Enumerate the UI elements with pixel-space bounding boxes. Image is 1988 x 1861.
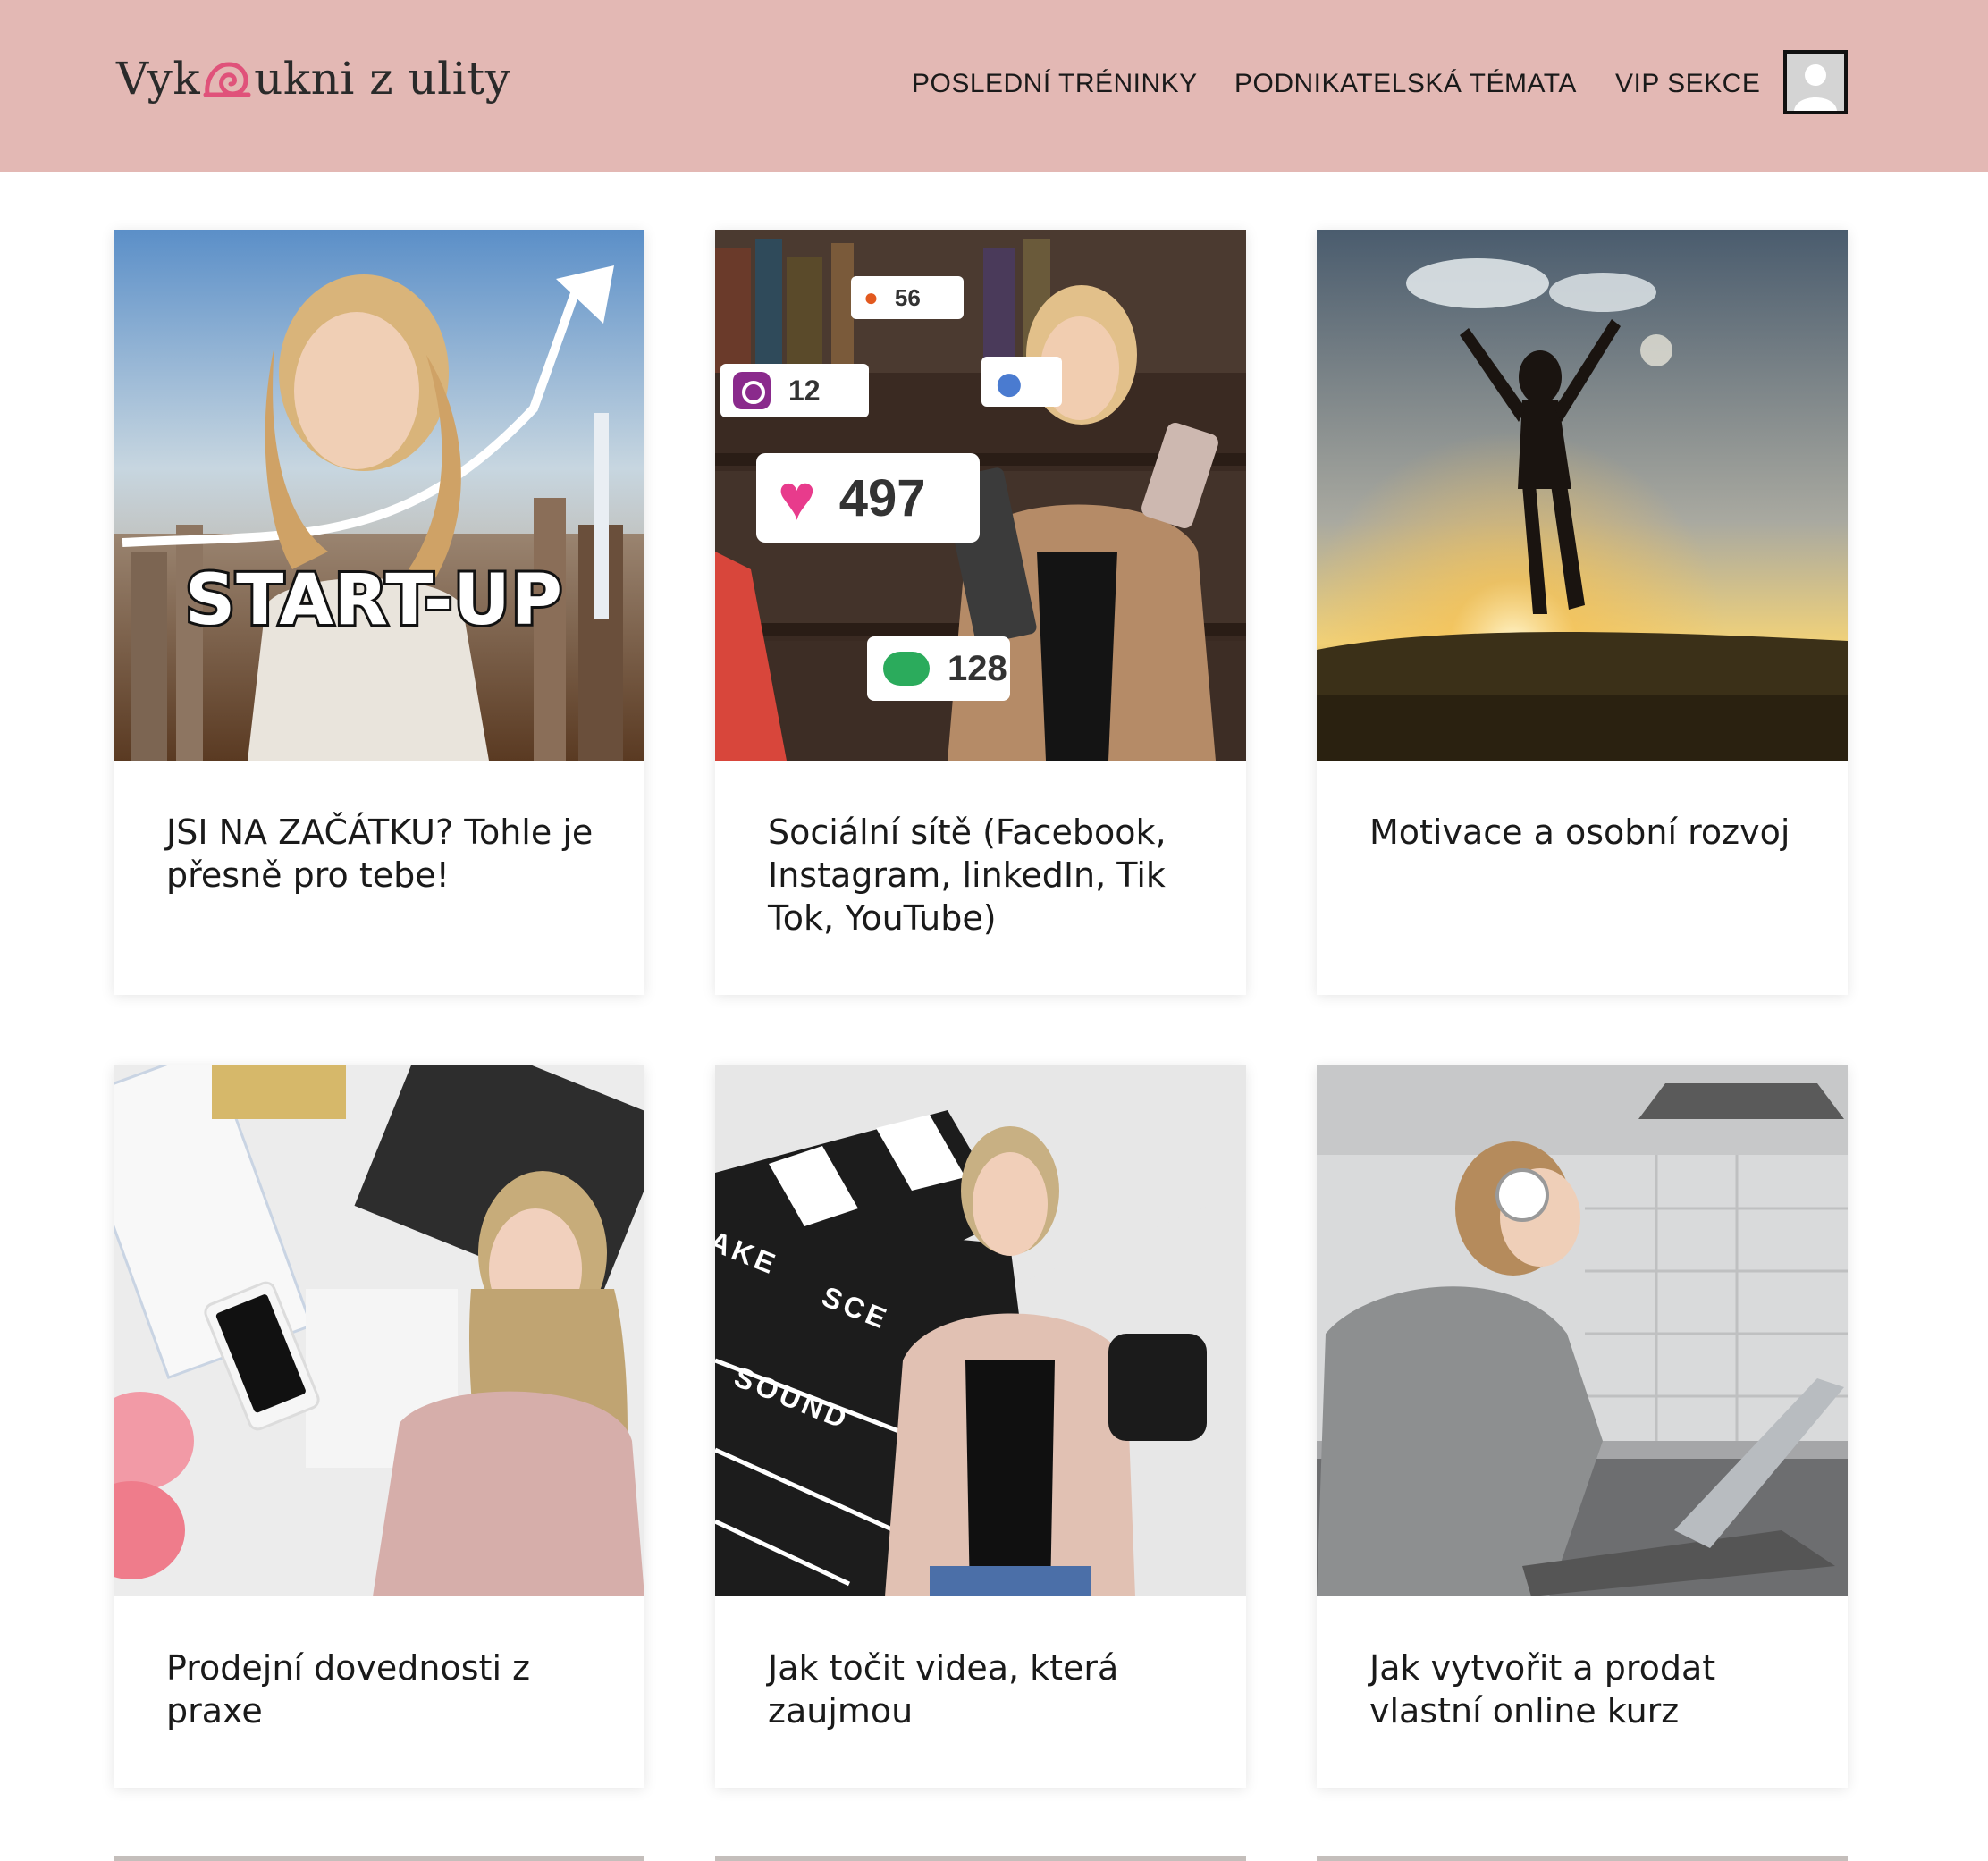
next-row-card-edge <box>1317 1856 1848 1861</box>
card-title[interactable]: Jak vytvořit a prodat vlastní online kur… <box>1369 1646 1812 1732</box>
card-image: ● 56 12 ● ♥ 497 128 <box>715 230 1246 761</box>
heart-icon: ♥ <box>778 462 816 534</box>
logo-text-left: Vyk <box>116 53 201 105</box>
card-title[interactable]: Sociální sítě (Facebook, Instagram, link… <box>768 811 1210 939</box>
card-image <box>114 1065 644 1596</box>
next-row-card-edge <box>715 1856 1246 1861</box>
nav-vip-section[interactable]: VIP SEKCE <box>1615 57 1760 111</box>
card-image: AKE SCE SOUND <box>715 1065 1246 1596</box>
card-video[interactable]: AKE SCE SOUND Jak točit videa, která zau… <box>715 1065 1246 1788</box>
profile-badge: ● <box>981 357 1062 407</box>
card-motivation[interactable]: Motivace a osobní rozvoj <box>1317 230 1848 995</box>
card-image <box>1317 230 1848 761</box>
location-pin-icon: ● <box>863 283 879 311</box>
card-online-course[interactable]: Jak vytvořit a prodat vlastní online kur… <box>1317 1065 1848 1788</box>
card-title[interactable]: JSI NA ZAČÁTKU? Tohle je přesně pro tebe… <box>166 811 609 897</box>
person-icon: ● <box>996 366 1023 401</box>
card-startup[interactable]: START-UP JSI NA ZAČÁTKU? Tohle je přesně… <box>114 230 644 995</box>
card-image <box>1317 1065 1848 1596</box>
instagram-icon <box>733 372 771 409</box>
location-badge: ● 56 <box>851 276 964 319</box>
nav-latest-trainings[interactable]: POSLEDNÍ TRÉNINKY <box>912 57 1198 111</box>
comments-badge: 128 <box>867 636 1010 701</box>
card-sales-skills[interactable]: Prodejní dovednosti z praxe <box>114 1065 644 1788</box>
card-title[interactable]: Jak točit videa, která zaujmou <box>768 1646 1210 1732</box>
user-icon <box>1787 54 1844 111</box>
snail-logo-icon <box>203 62 251 97</box>
card-title[interactable]: Motivace a osobní rozvoj <box>1369 811 1812 854</box>
instagram-badge: 12 <box>720 364 869 417</box>
site-logo[interactable]: Vyk ukni z ulity <box>116 43 511 114</box>
chat-bubble-icon <box>883 652 930 686</box>
logo-text-right: ukni z ulity <box>254 53 511 105</box>
card-title[interactable]: Prodejní dovednosti z praxe <box>166 1646 609 1732</box>
nav-business-topics[interactable]: PODNIKATELSKÁ TÉMATA <box>1234 57 1577 111</box>
user-avatar[interactable] <box>1783 50 1848 114</box>
likes-badge: ♥ 497 <box>756 453 980 543</box>
card-social-networks[interactable]: ● 56 12 ● ♥ 497 128 Sociální sítě (Faceb… <box>715 230 1246 995</box>
startup-text: START-UP <box>182 558 565 644</box>
next-row-card-edge <box>114 1856 644 1861</box>
card-image: START-UP <box>114 230 644 761</box>
site-header: Vyk ukni z ulity POSLEDNÍ TRÉNINKY PODNI… <box>0 0 1988 172</box>
